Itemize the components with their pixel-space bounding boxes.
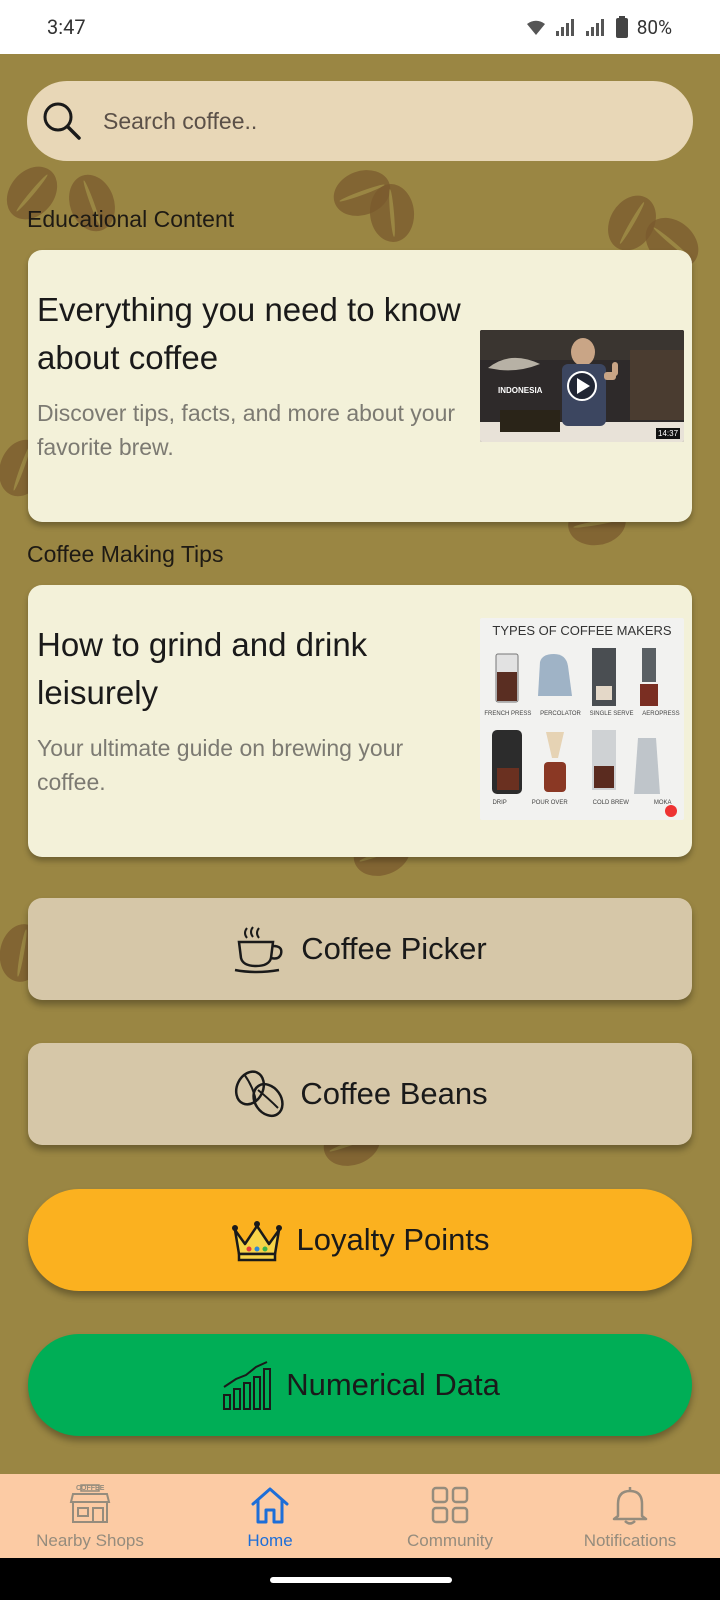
home-indicator[interactable] — [270, 1577, 452, 1583]
bean-decoration — [367, 182, 417, 244]
video-overlay-text: INDONESIA — [498, 386, 543, 395]
nav-label: Home — [247, 1531, 293, 1550]
numerical-data-label: Numerical Data — [286, 1367, 500, 1402]
status-bar: 3:47 80% — [0, 0, 720, 54]
nav-home[interactable]: Home — [180, 1474, 360, 1558]
coffee-tips-card[interactable]: How to grind and drink leisurely Your ul… — [28, 585, 692, 857]
card-title: How to grind and drink leisurely — [37, 626, 368, 711]
loyalty-points-label: Loyalty Points — [296, 1222, 490, 1257]
search-bar[interactable] — [27, 81, 693, 161]
card-description: Discover tips, facts, and more about you… — [37, 400, 456, 460]
infographic-label: POUR OVER — [531, 800, 568, 806]
card-description: Your ultimate guide on brewing your coff… — [37, 735, 404, 795]
crown-icon — [231, 1221, 282, 1262]
signal-icon-2 — [585, 19, 604, 36]
bean-decoration — [598, 186, 666, 260]
wifi-icon — [526, 20, 545, 35]
nav-notifications[interactable]: Notifications — [540, 1474, 720, 1558]
coffee-beans-label: Coffee Beans — [300, 1076, 488, 1111]
coffee-beans-button[interactable]: Coffee Beans — [28, 1043, 692, 1145]
infographic-labels-row-2: DRIP POUR OVER COLD BREW MOKA — [480, 800, 684, 806]
video-thumbnail[interactable]: INDONESIA 14:37 — [480, 330, 684, 442]
status-icons: 80% — [525, 16, 672, 39]
bean-decoration — [327, 162, 397, 224]
coffee-picker-button[interactable]: Coffee Picker — [28, 898, 692, 1000]
battery-percent: 80% — [636, 15, 672, 39]
numerical-data-button[interactable]: Numerical Data — [28, 1334, 692, 1436]
loyalty-points-button[interactable]: Loyalty Points — [28, 1189, 692, 1291]
infographic-label: DRIP — [492, 800, 507, 806]
grid-icon — [431, 1486, 469, 1524]
system-navigation-bar — [0, 1558, 720, 1600]
infographic-label: PERCOLATOR — [540, 711, 581, 717]
battery-icon — [615, 16, 628, 38]
signal-icon — [555, 19, 574, 36]
infographic-labels-row-1: FRENCH PRESS PERCOLATOR SINGLE SERVE AER… — [480, 711, 684, 717]
infographic-label: AEROPRESS — [642, 711, 680, 717]
section-label-educational: Educational Content — [27, 206, 235, 232]
nav-label: Nearby Shops — [36, 1531, 144, 1550]
video-duration: 14:37 — [658, 429, 679, 438]
educational-content-card[interactable]: Everything you need to know about coffee… — [28, 250, 692, 522]
nav-community[interactable]: Community — [360, 1474, 540, 1558]
nav-label: Community — [407, 1531, 493, 1550]
section-label-tips: Coffee Making Tips — [27, 541, 224, 567]
infographic-label: SINGLE SERVE — [589, 711, 634, 717]
bottom-navigation: COFFEE Nearby Shops Home Community Notif… — [0, 1474, 720, 1558]
infographic-label: COLD BREW — [592, 800, 629, 806]
home-icon — [251, 1487, 289, 1524]
infographic-label: MOKA — [653, 800, 672, 806]
coffee-makers-infographic[interactable]: TYPES OF COFFEE MAKERS FRENCH PRESS PERC… — [480, 618, 684, 820]
bell-icon — [612, 1487, 648, 1525]
nav-nearby-shops[interactable]: COFFEE Nearby Shops — [0, 1474, 180, 1558]
coffee-picker-label: Coffee Picker — [301, 931, 487, 966]
coffee-beans-icon — [235, 1070, 285, 1118]
coffee-makers-illustration — [492, 648, 677, 817]
nav-label: Notifications — [583, 1531, 677, 1550]
shop-icon-sign: COFFEE — [76, 1485, 105, 1492]
chart-icon — [223, 1361, 272, 1410]
status-time: 3:47 — [47, 15, 86, 39]
infographic-label: FRENCH PRESS — [484, 711, 532, 717]
search-icon[interactable] — [41, 100, 83, 142]
card-title: Everything you need to know about coffee — [37, 291, 461, 376]
search-input[interactable] — [103, 107, 623, 135]
coffee-cup-icon — [235, 926, 283, 974]
